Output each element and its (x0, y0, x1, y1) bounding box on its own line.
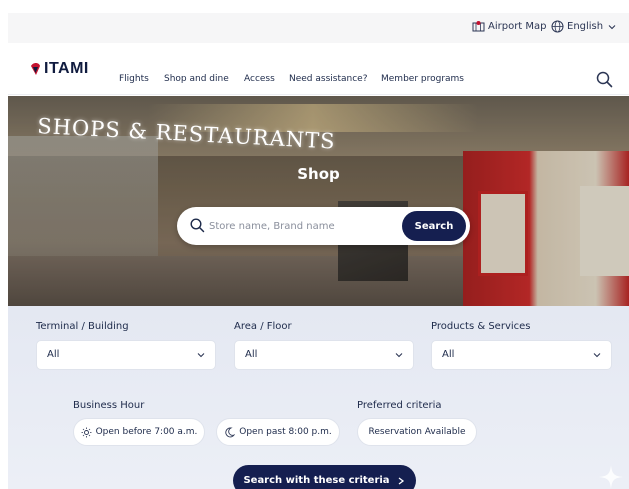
area-select-value: All (245, 349, 258, 360)
language-label: English (567, 21, 604, 32)
sun-icon (81, 427, 92, 437)
chevron-down-icon (593, 353, 601, 358)
store-search-input[interactable] (209, 207, 389, 245)
hero-title: Shop (297, 165, 340, 183)
nav-shop-and-dine[interactable]: Shop and dine (164, 74, 229, 84)
chevron-down-icon (197, 353, 205, 358)
sparkle-icon (599, 465, 623, 489)
globe-icon (551, 20, 564, 33)
products-select-value: All (442, 349, 455, 360)
area-select[interactable]: All (234, 340, 414, 370)
terminal-label: Terminal / Building (36, 321, 129, 332)
search-icon (190, 218, 205, 233)
utility-bar: Airport Map English (8, 13, 629, 43)
nav-access[interactable]: Access (244, 74, 275, 84)
logo-text: ITAMI (44, 60, 89, 77)
products-label: Products & Services (431, 321, 531, 332)
products-select[interactable]: All (431, 340, 612, 370)
submit-label: Search with these criteria (243, 475, 390, 486)
search-icon[interactable] (596, 71, 613, 88)
nav-flights[interactable]: Flights (119, 74, 149, 84)
open-past-label: Open past 8:00 p.m. (239, 427, 332, 437)
logo-mark-icon (31, 63, 40, 75)
search-with-criteria-button[interactable]: Search with these criteria (233, 465, 416, 489)
area-label: Area / Floor (234, 321, 292, 332)
nav-member-programs[interactable]: Member programs (381, 74, 464, 84)
chevron-down-icon (395, 353, 403, 358)
reservation-label: Reservation Available (368, 427, 466, 437)
terminal-select-value: All (47, 349, 60, 360)
search-button[interactable]: Search (402, 211, 466, 241)
chevron-right-icon (398, 476, 404, 485)
business-hour-label: Business Hour (73, 400, 145, 411)
filter-panel: Terminal / Building Area / Floor Product… (8, 306, 629, 489)
language-selector[interactable]: English (551, 20, 620, 33)
page-frame: Airport Map English ITAMI Flights Shop a… (8, 13, 629, 489)
airport-map-label: Airport Map (488, 20, 547, 32)
hero-banner: SHOPS & RESTAURANTS Shop Search (8, 96, 629, 306)
nav-need-assistance[interactable]: Need assistance? (289, 74, 367, 84)
preferred-criteria-label: Preferred criteria (357, 400, 442, 411)
chevron-down-icon (608, 24, 616, 29)
open-past-8pm-toggle[interactable]: Open past 8:00 p.m. (216, 418, 340, 446)
itami-logo[interactable]: ITAMI (30, 60, 89, 78)
terminal-select[interactable]: All (36, 340, 216, 370)
open-before-7am-toggle[interactable]: Open before 7:00 a.m. (73, 418, 205, 446)
open-before-label: Open before 7:00 a.m. (95, 427, 198, 437)
reservation-available-toggle[interactable]: Reservation Available (357, 418, 477, 446)
moon-icon (225, 427, 236, 437)
hero-search-bar: Search (177, 207, 470, 245)
airport-map-link[interactable]: Airport Map (472, 20, 547, 32)
main-nav: ITAMI Flights Shop and dine Access Need … (8, 43, 629, 95)
map-icon (472, 21, 485, 32)
